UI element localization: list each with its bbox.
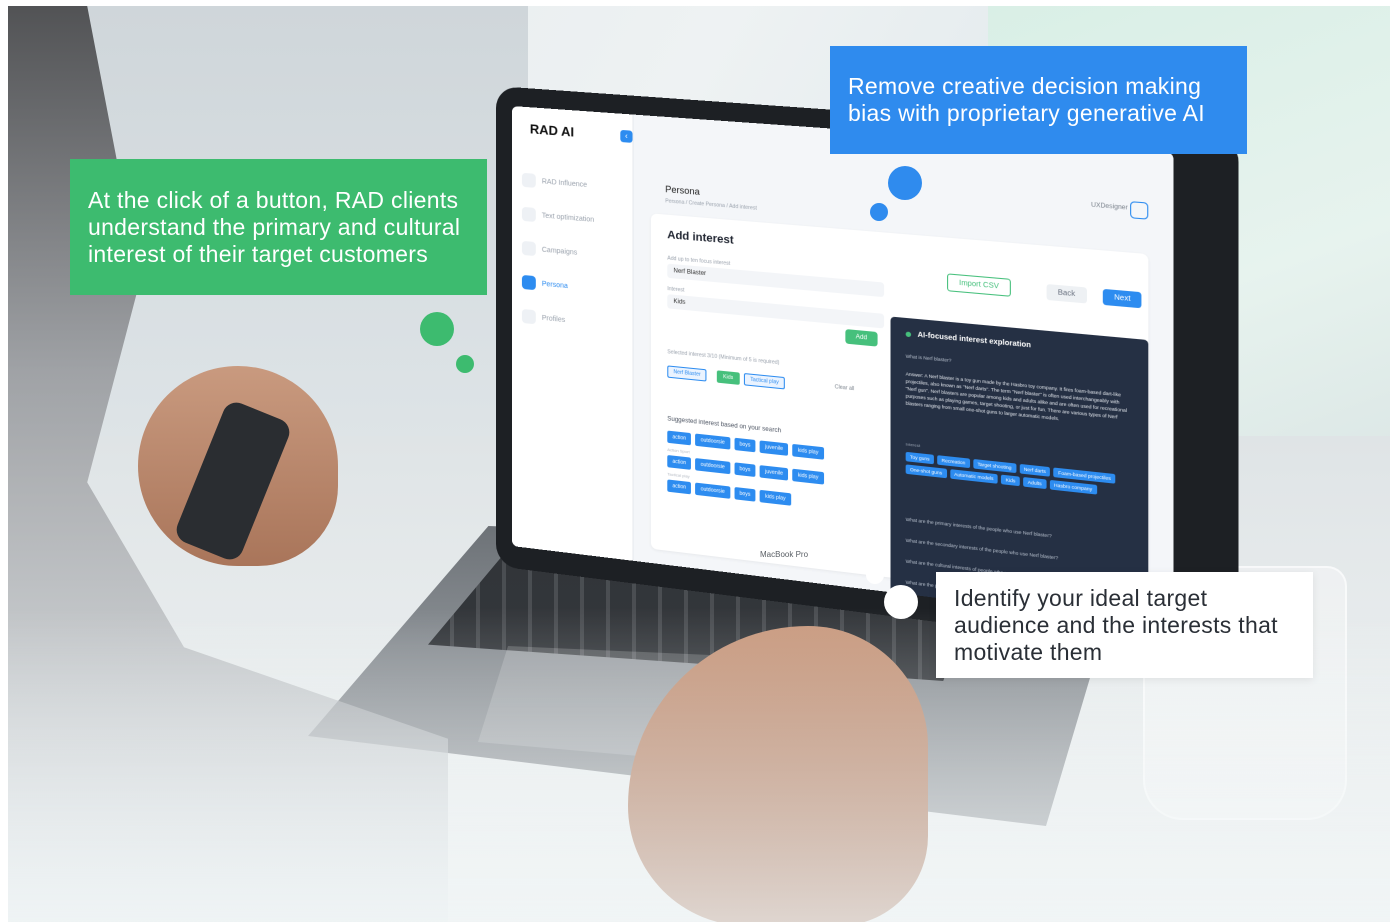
- suggestion-chip[interactable]: boys: [734, 437, 756, 453]
- callout-dot: [456, 355, 474, 373]
- selected-tag[interactable]: Tactical play: [743, 373, 786, 390]
- clear-all-link[interactable]: Clear all: [835, 384, 855, 392]
- ai-interest-chip[interactable]: Nerf darts: [1019, 463, 1051, 477]
- import-csv-button[interactable]: Import CSV: [947, 273, 1012, 297]
- suggestion-chip[interactable]: outdoorsie: [695, 433, 731, 450]
- selected-tag[interactable]: Nerf Blaster: [667, 365, 707, 382]
- interest-label: Interest: [667, 285, 685, 294]
- user-avatar-icon[interactable]: [1130, 201, 1149, 220]
- suggestion-chip[interactable]: outdoorsie: [695, 482, 731, 499]
- profiles-icon: [521, 308, 536, 325]
- ai-question[interactable]: What are the primary interests of the pe…: [906, 517, 1052, 539]
- suggestion-chip[interactable]: action: [667, 479, 692, 495]
- sidebar-item-label: Profiles: [541, 314, 566, 324]
- chip-row-label: Tactical play: [667, 471, 690, 479]
- selected-interest-label: Selected interest 3/10 (Minimum of 5 is …: [667, 349, 780, 367]
- suggestion-chip[interactable]: boys: [734, 462, 756, 478]
- image-icon: [521, 240, 536, 257]
- suggestion-chip[interactable]: boys: [734, 486, 756, 502]
- suggestion-chip[interactable]: kids play: [759, 489, 791, 506]
- ai-panel-title: AI-focused interest exploration: [906, 330, 1031, 350]
- document-icon: [521, 206, 536, 223]
- chip-row-label: Action Sport: [667, 446, 690, 455]
- focus-interest-input[interactable]: Nerf Blaster: [667, 263, 885, 298]
- sidebar: RAD AI ‹ RAD Influence Text optimization…: [512, 106, 634, 561]
- page-title: Persona: [665, 184, 700, 197]
- back-button[interactable]: Back: [1046, 284, 1087, 304]
- breadcrumb: Persona / Create Persona / Add interest: [665, 198, 757, 212]
- ai-interest-chip[interactable]: Kids: [1001, 474, 1020, 487]
- next-button[interactable]: Next: [1102, 288, 1142, 309]
- selected-tag[interactable]: Kids: [716, 370, 740, 385]
- device-label: MacBook Pro: [760, 550, 809, 559]
- suggestion-chip[interactable]: outdoorsie: [695, 458, 731, 475]
- suggestion-chip[interactable]: juvenile: [759, 465, 789, 481]
- user-name: UXDesigner: [1091, 202, 1128, 212]
- app-logo: RAD AI: [529, 121, 575, 140]
- ai-interest-chip[interactable]: Hasbro company: [1049, 479, 1097, 495]
- suggestion-chip[interactable]: kids play: [792, 443, 824, 460]
- callout-dot: [888, 166, 922, 200]
- ai-interest-chip[interactable]: Automatic models: [949, 469, 998, 484]
- ai-interest-chips: Toy guns Recreation Target shooting Nerf…: [905, 451, 1140, 499]
- ai-question[interactable]: What are the secondary interests of the …: [906, 538, 1058, 561]
- ai-question[interactable]: What is Nerf blaster?: [906, 353, 952, 363]
- callout-green: At the click of a button, RAD clients un…: [70, 159, 487, 295]
- suggestion-chip[interactable]: juvenile: [759, 440, 789, 456]
- callout-dot: [870, 203, 888, 221]
- callout-dot: [420, 312, 454, 346]
- callout-dot: [866, 566, 884, 584]
- ai-interest-chip[interactable]: Target shooting: [973, 458, 1016, 474]
- card-title: Add interest: [667, 228, 734, 247]
- ai-answer: Answer: A Nerf blaster is a toy gun made…: [905, 371, 1127, 422]
- callout-text: Remove creative decision making bias wit…: [848, 73, 1205, 126]
- callout-dot: [884, 585, 918, 619]
- suggestion-chip[interactable]: action: [667, 430, 692, 446]
- callout-blue: Remove creative decision making bias wit…: [830, 46, 1247, 154]
- interest-input[interactable]: Kids: [667, 294, 885, 329]
- ai-interest-chip[interactable]: Adults: [1023, 477, 1047, 490]
- sidebar-item-label: RAD Influence: [541, 177, 588, 189]
- sidebar-item-label: Campaigns: [541, 246, 578, 257]
- callout-text: At the click of a button, RAD clients un…: [88, 186, 461, 267]
- laptop-screen: RAD AI ‹ RAD Influence Text optimization…: [512, 106, 1174, 627]
- callout-white: Identify your ideal target audience and …: [936, 572, 1313, 678]
- ai-interests-label: Interest: [905, 441, 921, 449]
- suggestion-chip[interactable]: kids play: [792, 468, 824, 485]
- sidebar-item-label: Text optimization: [541, 211, 595, 224]
- sidebar-nav: RAD Influence Text optimization Campaign…: [521, 163, 628, 343]
- persona-icon: [521, 274, 536, 291]
- collapse-sidebar-button[interactable]: ‹: [620, 129, 633, 143]
- ai-interest-chip[interactable]: Toy guns: [905, 451, 934, 465]
- add-button[interactable]: Add: [845, 329, 878, 347]
- influence-icon: [521, 172, 536, 188]
- sidebar-item-label: Persona: [541, 280, 568, 290]
- ai-interest-chip[interactable]: Recreation: [937, 455, 970, 469]
- callout-text: Identify your ideal target audience and …: [954, 584, 1278, 665]
- add-interest-card: Add interest Import CSV Back Next Add up…: [650, 213, 1149, 627]
- suggestion-chip[interactable]: action: [667, 455, 692, 470]
- ai-interest-chip[interactable]: One-shot guns: [905, 464, 947, 479]
